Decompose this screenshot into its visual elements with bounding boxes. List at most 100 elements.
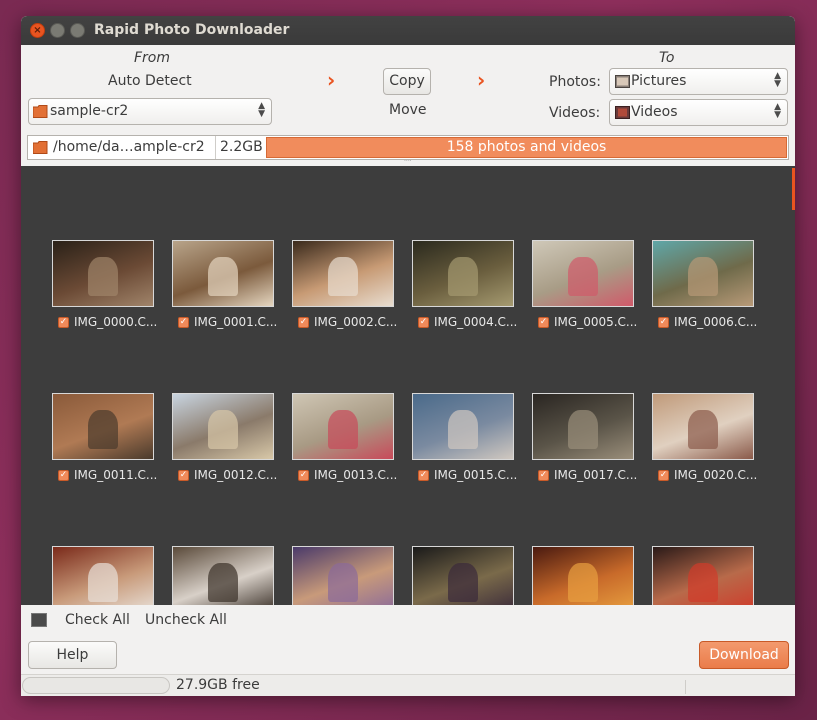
photo-thumbnail[interactable] bbox=[412, 393, 514, 460]
photo-subject bbox=[688, 410, 718, 450]
scrollbar-indicator[interactable] bbox=[792, 168, 795, 210]
divider bbox=[215, 136, 216, 159]
photos-destination-combo[interactable]: Pictures ▲ ▼ bbox=[609, 68, 788, 95]
photo-thumbnail[interactable] bbox=[292, 240, 394, 307]
photo-thumbnail[interactable] bbox=[532, 546, 634, 605]
thumbnail-checkbox[interactable]: ✓ bbox=[178, 470, 189, 481]
source-device-combo[interactable]: sample-cr2 ▲ ▼ bbox=[28, 98, 272, 125]
photo-thumbnail[interactable] bbox=[52, 393, 154, 460]
thumbnail-checkbox[interactable]: ✓ bbox=[418, 317, 429, 328]
free-space-label: 27.9GB free bbox=[176, 677, 260, 693]
photo-subject bbox=[208, 410, 238, 450]
folder-icon bbox=[33, 141, 48, 154]
photo-thumbnail[interactable] bbox=[412, 240, 514, 307]
photos-label: Photos: bbox=[549, 74, 601, 90]
photo-subject bbox=[328, 410, 358, 450]
videos-folder-icon bbox=[615, 106, 630, 119]
thumbnail-filename: IMG_0005.C... bbox=[554, 315, 638, 329]
status-progress bbox=[22, 677, 170, 694]
thumbnail-grid[interactable]: ✓ IMG_0000.C... ✓ IMG_0001.C... ✓ IMG_0002.C.… bbox=[21, 166, 795, 605]
check-all-button[interactable]: Check All bbox=[65, 612, 130, 628]
uncheck-all-button[interactable]: Uncheck All bbox=[145, 612, 227, 628]
thumbnail-checkbox[interactable]: ✓ bbox=[538, 470, 549, 481]
photo-subject bbox=[328, 563, 358, 603]
photo-thumbnail[interactable] bbox=[652, 546, 754, 605]
thumbnail-checkbox[interactable]: ✓ bbox=[418, 470, 429, 481]
thumbnail-checkbox[interactable]: ✓ bbox=[658, 470, 669, 481]
app-window: × Rapid Photo Downloader From Auto Detec… bbox=[21, 16, 795, 696]
thumbnail-filename: IMG_0000.C... bbox=[74, 315, 158, 329]
videos-label: Videos: bbox=[549, 105, 601, 121]
folder-icon bbox=[33, 105, 48, 118]
photo-thumbnail[interactable] bbox=[412, 546, 514, 605]
to-heading: To bbox=[659, 50, 675, 66]
photo-subject bbox=[448, 563, 478, 603]
thumbnail-filename: IMG_0020.C... bbox=[674, 468, 758, 482]
photo-subject bbox=[88, 257, 118, 297]
thumbnail-checkbox[interactable]: ✓ bbox=[538, 317, 549, 328]
source-mode-label: Auto Detect bbox=[108, 73, 192, 89]
copy-button[interactable]: Copy bbox=[383, 68, 431, 95]
from-heading: From bbox=[134, 50, 171, 66]
photo-thumbnail[interactable] bbox=[52, 546, 154, 605]
photo-thumbnail[interactable] bbox=[532, 393, 634, 460]
photo-subject bbox=[448, 257, 478, 297]
thumbnail-checkbox[interactable]: ✓ bbox=[658, 317, 669, 328]
photo-subject bbox=[568, 563, 598, 603]
photo-thumbnail[interactable] bbox=[52, 240, 154, 307]
thumbnail-filename: IMG_0015.C... bbox=[434, 468, 518, 482]
divider bbox=[685, 680, 686, 694]
videos-destination-combo[interactable]: Videos ▲ ▼ bbox=[609, 99, 788, 126]
photo-thumbnail[interactable] bbox=[652, 240, 754, 307]
thumbnail-filename: IMG_0004.C... bbox=[434, 315, 518, 329]
combo-arrows-icon: ▲ ▼ bbox=[258, 101, 265, 119]
photo-thumbnail[interactable] bbox=[292, 393, 394, 460]
photo-thumbnail[interactable] bbox=[172, 546, 274, 605]
close-window-button[interactable]: × bbox=[30, 23, 45, 38]
videos-destination-value: Videos bbox=[631, 104, 678, 120]
progress-text: 158 photos and videos bbox=[446, 139, 607, 155]
photos-destination-value: Pictures bbox=[631, 73, 687, 89]
photo-subject bbox=[568, 257, 598, 297]
photo-thumbnail[interactable] bbox=[532, 240, 634, 307]
thumbnail-checkbox[interactable]: ✓ bbox=[58, 470, 69, 481]
photo-thumbnail[interactable] bbox=[652, 393, 754, 460]
download-button[interactable]: Download bbox=[699, 641, 789, 669]
pictures-folder-icon bbox=[615, 75, 630, 88]
status-bar: 27.9GB free bbox=[21, 674, 795, 696]
thumbnail-filename: IMG_0006.C... bbox=[674, 315, 758, 329]
combo-arrows-icon: ▲ ▼ bbox=[774, 71, 781, 89]
photo-subject bbox=[568, 410, 598, 450]
help-button[interactable]: Help bbox=[28, 641, 117, 669]
thumbnail-filename: IMG_0011.C... bbox=[74, 468, 158, 482]
thumbnail-filename: IMG_0017.C... bbox=[554, 468, 638, 482]
photo-subject bbox=[208, 257, 238, 297]
device-path: /home/da…ample-cr2 bbox=[53, 139, 205, 155]
device-size: 2.2GB bbox=[220, 139, 263, 155]
title-bar: × Rapid Photo Downloader bbox=[21, 16, 795, 45]
maximize-window-button[interactable] bbox=[70, 23, 85, 38]
minimize-window-button[interactable] bbox=[50, 23, 65, 38]
thumbnail-checkbox[interactable]: ✓ bbox=[298, 470, 309, 481]
photo-subject bbox=[88, 563, 118, 603]
thumbnail-filename: IMG_0002.C... bbox=[314, 315, 398, 329]
photo-thumbnail[interactable] bbox=[292, 546, 394, 605]
photo-subject bbox=[88, 410, 118, 450]
check-toggle-icon[interactable] bbox=[31, 613, 47, 627]
combo-arrows-icon: ▲ ▼ bbox=[774, 102, 781, 120]
thumbnail-filename: IMG_0013.C... bbox=[314, 468, 398, 482]
thumbnail-checkbox[interactable]: ✓ bbox=[298, 317, 309, 328]
pane-resize-handle[interactable]: ···· bbox=[404, 159, 412, 165]
move-option[interactable]: Move bbox=[389, 102, 427, 118]
photo-subject bbox=[688, 563, 718, 603]
chevron-right-icon: › bbox=[327, 68, 336, 92]
scan-progress-bar: 158 photos and videos bbox=[266, 137, 787, 158]
chevron-right-icon: › bbox=[477, 68, 486, 92]
photo-subject bbox=[688, 257, 718, 297]
photo-thumbnail[interactable] bbox=[172, 240, 274, 307]
photo-subject bbox=[208, 563, 238, 603]
photo-subject bbox=[448, 410, 478, 450]
photo-thumbnail[interactable] bbox=[172, 393, 274, 460]
thumbnail-checkbox[interactable]: ✓ bbox=[178, 317, 189, 328]
thumbnail-checkbox[interactable]: ✓ bbox=[58, 317, 69, 328]
